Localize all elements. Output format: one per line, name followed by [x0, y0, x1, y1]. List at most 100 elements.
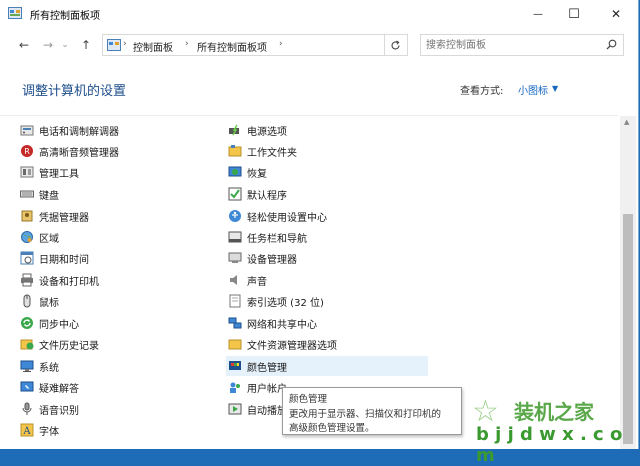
- autoplay-icon: [228, 403, 242, 415]
- caret-down-icon[interactable]: ▼: [552, 84, 558, 93]
- close-icon: ✕: [610, 7, 622, 21]
- minimize-icon: —: [533, 8, 543, 20]
- address-bar[interactable]: › 控制面板 › 所有控制面板项 › ⌄: [102, 34, 477, 56]
- chevron-down-icon: ⌄: [61, 40, 69, 50]
- search-box[interactable]: [420, 34, 624, 56]
- region-icon: [21, 231, 33, 243]
- item-device-manager[interactable]: 设备管理器: [228, 248, 297, 268]
- maximize-button[interactable]: ☐: [554, 0, 594, 28]
- power-icon: [229, 124, 239, 136]
- index-icon: [229, 294, 241, 308]
- user-accounts-icon: [230, 382, 240, 393]
- keyboard-icon: [20, 190, 34, 198]
- item-power-options[interactable]: 电源选项: [228, 120, 287, 140]
- phone-modem-icon: [20, 125, 34, 136]
- item-taskbar-navigation[interactable]: 任务栏和导航: [228, 227, 307, 247]
- up-arrow-icon: ↑: [80, 38, 92, 52]
- item-date-time[interactable]: 日期和时间: [20, 248, 89, 268]
- search-icon[interactable]: [606, 39, 617, 50]
- item-sound[interactable]: 声音: [228, 270, 267, 290]
- credential-icon: [21, 210, 33, 222]
- sync-icon: [21, 317, 33, 329]
- network-icon: [228, 317, 242, 329]
- breadcrumb-separator[interactable]: ›: [185, 39, 189, 49]
- watermark: ☆ 装机之家 b j j d w x . c o m: [468, 394, 638, 466]
- tooltip-line-2: 高级颜色管理设置。: [289, 423, 375, 434]
- item-credential-manager[interactable]: 凭据管理器: [20, 206, 89, 226]
- color-management-icon: [229, 361, 241, 370]
- item-region[interactable]: 区域: [20, 227, 59, 247]
- back-button[interactable]: ←: [16, 37, 32, 53]
- item-admin-tools[interactable]: 管理工具: [20, 162, 79, 182]
- scroll-up-icon[interactable]: ▲: [624, 118, 629, 126]
- item-troubleshooting[interactable]: 疑难解答: [20, 377, 79, 397]
- watermark-text: 装机之家: [514, 400, 594, 424]
- work-folder-icon: [228, 145, 242, 157]
- item-file-history[interactable]: 文件历史记录: [20, 334, 99, 354]
- item-devices-printers[interactable]: 设备和打印机: [20, 270, 99, 290]
- microphone-icon: [22, 402, 32, 415]
- item-speech-recognition[interactable]: 语音识别: [20, 399, 79, 419]
- svg-text:R: R: [24, 147, 30, 156]
- item-system[interactable]: 系统: [20, 356, 59, 376]
- tooltip: 颜色管理 更改用于显示器、扫描仪和打印机的 高级颜色管理设置。: [282, 387, 462, 435]
- item-work-folders[interactable]: 工作文件夹: [228, 141, 297, 161]
- mouse-icon: [23, 294, 31, 308]
- maximize-icon: ☐: [568, 6, 580, 22]
- troubleshoot-icon: [20, 381, 34, 392]
- page-heading: 调整计算机的设置: [22, 84, 127, 99]
- item-recovery[interactable]: 恢复: [228, 162, 267, 182]
- view-by-label: 查看方式:: [460, 86, 504, 97]
- font-icon: A: [20, 423, 34, 437]
- control-panel-app-icon: [8, 7, 22, 19]
- item-user-accounts[interactable]: 用户帐户: [228, 377, 287, 397]
- item-default-programs[interactable]: 默认程序: [228, 184, 287, 204]
- item-autoplay[interactable]: 自动播放: [228, 399, 287, 419]
- forward-arrow-icon: →: [42, 38, 54, 52]
- forward-button[interactable]: →: [40, 37, 56, 53]
- item-file-explorer-options[interactable]: 文件资源管理器选项: [228, 334, 337, 354]
- admin-tools-icon: [20, 166, 34, 178]
- taskbar-icon: [228, 231, 242, 243]
- tooltip-title: 颜色管理: [289, 394, 328, 405]
- item-fonts[interactable]: A 字体: [20, 420, 59, 440]
- breadcrumb-all-items[interactable]: 所有控制面板项: [197, 39, 267, 54]
- breadcrumb-separator: ›: [123, 39, 127, 49]
- watermark-url: b j j d w x . c o m: [476, 424, 623, 466]
- system-icon: [20, 360, 34, 372]
- item-network-sharing[interactable]: 网络和共享中心: [228, 313, 317, 333]
- refresh-button[interactable]: [384, 34, 406, 56]
- minimize-button[interactable]: —: [518, 0, 558, 28]
- control-panel-location-icon: [107, 39, 121, 51]
- up-button[interactable]: ↑: [78, 37, 94, 53]
- item-ease-of-access[interactable]: 轻松使用设置中心: [228, 206, 327, 226]
- speaker-icon: [230, 275, 237, 285]
- back-arrow-icon: ←: [18, 38, 30, 52]
- title-bar[interactable]: 所有控制面板项 — ☐ ✕: [0, 0, 638, 28]
- item-indexing-options[interactable]: 索引选项 (32 位): [228, 291, 324, 311]
- item-mouse[interactable]: 鼠标: [20, 291, 59, 311]
- folder-options-icon: [228, 339, 242, 350]
- device-manager-icon: [228, 252, 242, 263]
- close-button[interactable]: ✕: [596, 0, 636, 28]
- item-keyboard[interactable]: 键盘: [20, 184, 59, 204]
- file-history-icon: [20, 339, 34, 350]
- item-color-management[interactable]: 颜色管理: [226, 356, 428, 376]
- item-phone-modem[interactable]: 电话和调制解调器: [20, 120, 119, 140]
- audio-manager-icon: R: [21, 145, 33, 157]
- breadcrumb-separator[interactable]: ›: [279, 39, 283, 49]
- svg-text:A: A: [22, 426, 31, 437]
- item-sync-center[interactable]: 同步中心: [20, 313, 79, 333]
- refresh-icon: [391, 40, 400, 49]
- breadcrumb-control-panel[interactable]: 控制面板: [133, 39, 173, 54]
- default-programs-icon: [228, 187, 242, 201]
- search-input[interactable]: [426, 38, 596, 52]
- item-audio-manager[interactable]: R 高清晰音频管理器: [20, 141, 119, 161]
- view-by-dropdown[interactable]: 小图标: [518, 82, 548, 97]
- window-title: 所有控制面板项: [30, 11, 100, 22]
- tooltip-line-1: 更改用于显示器、扫描仪和打印机的: [289, 409, 442, 420]
- navigation-bar: ← → ⌄ ↑ › 控制面板 › 所有控制面板项 › ⌄: [0, 30, 638, 60]
- ease-of-access-icon: [229, 210, 241, 222]
- recent-locations-button[interactable]: ⌄: [60, 37, 70, 53]
- recovery-icon: [228, 166, 242, 177]
